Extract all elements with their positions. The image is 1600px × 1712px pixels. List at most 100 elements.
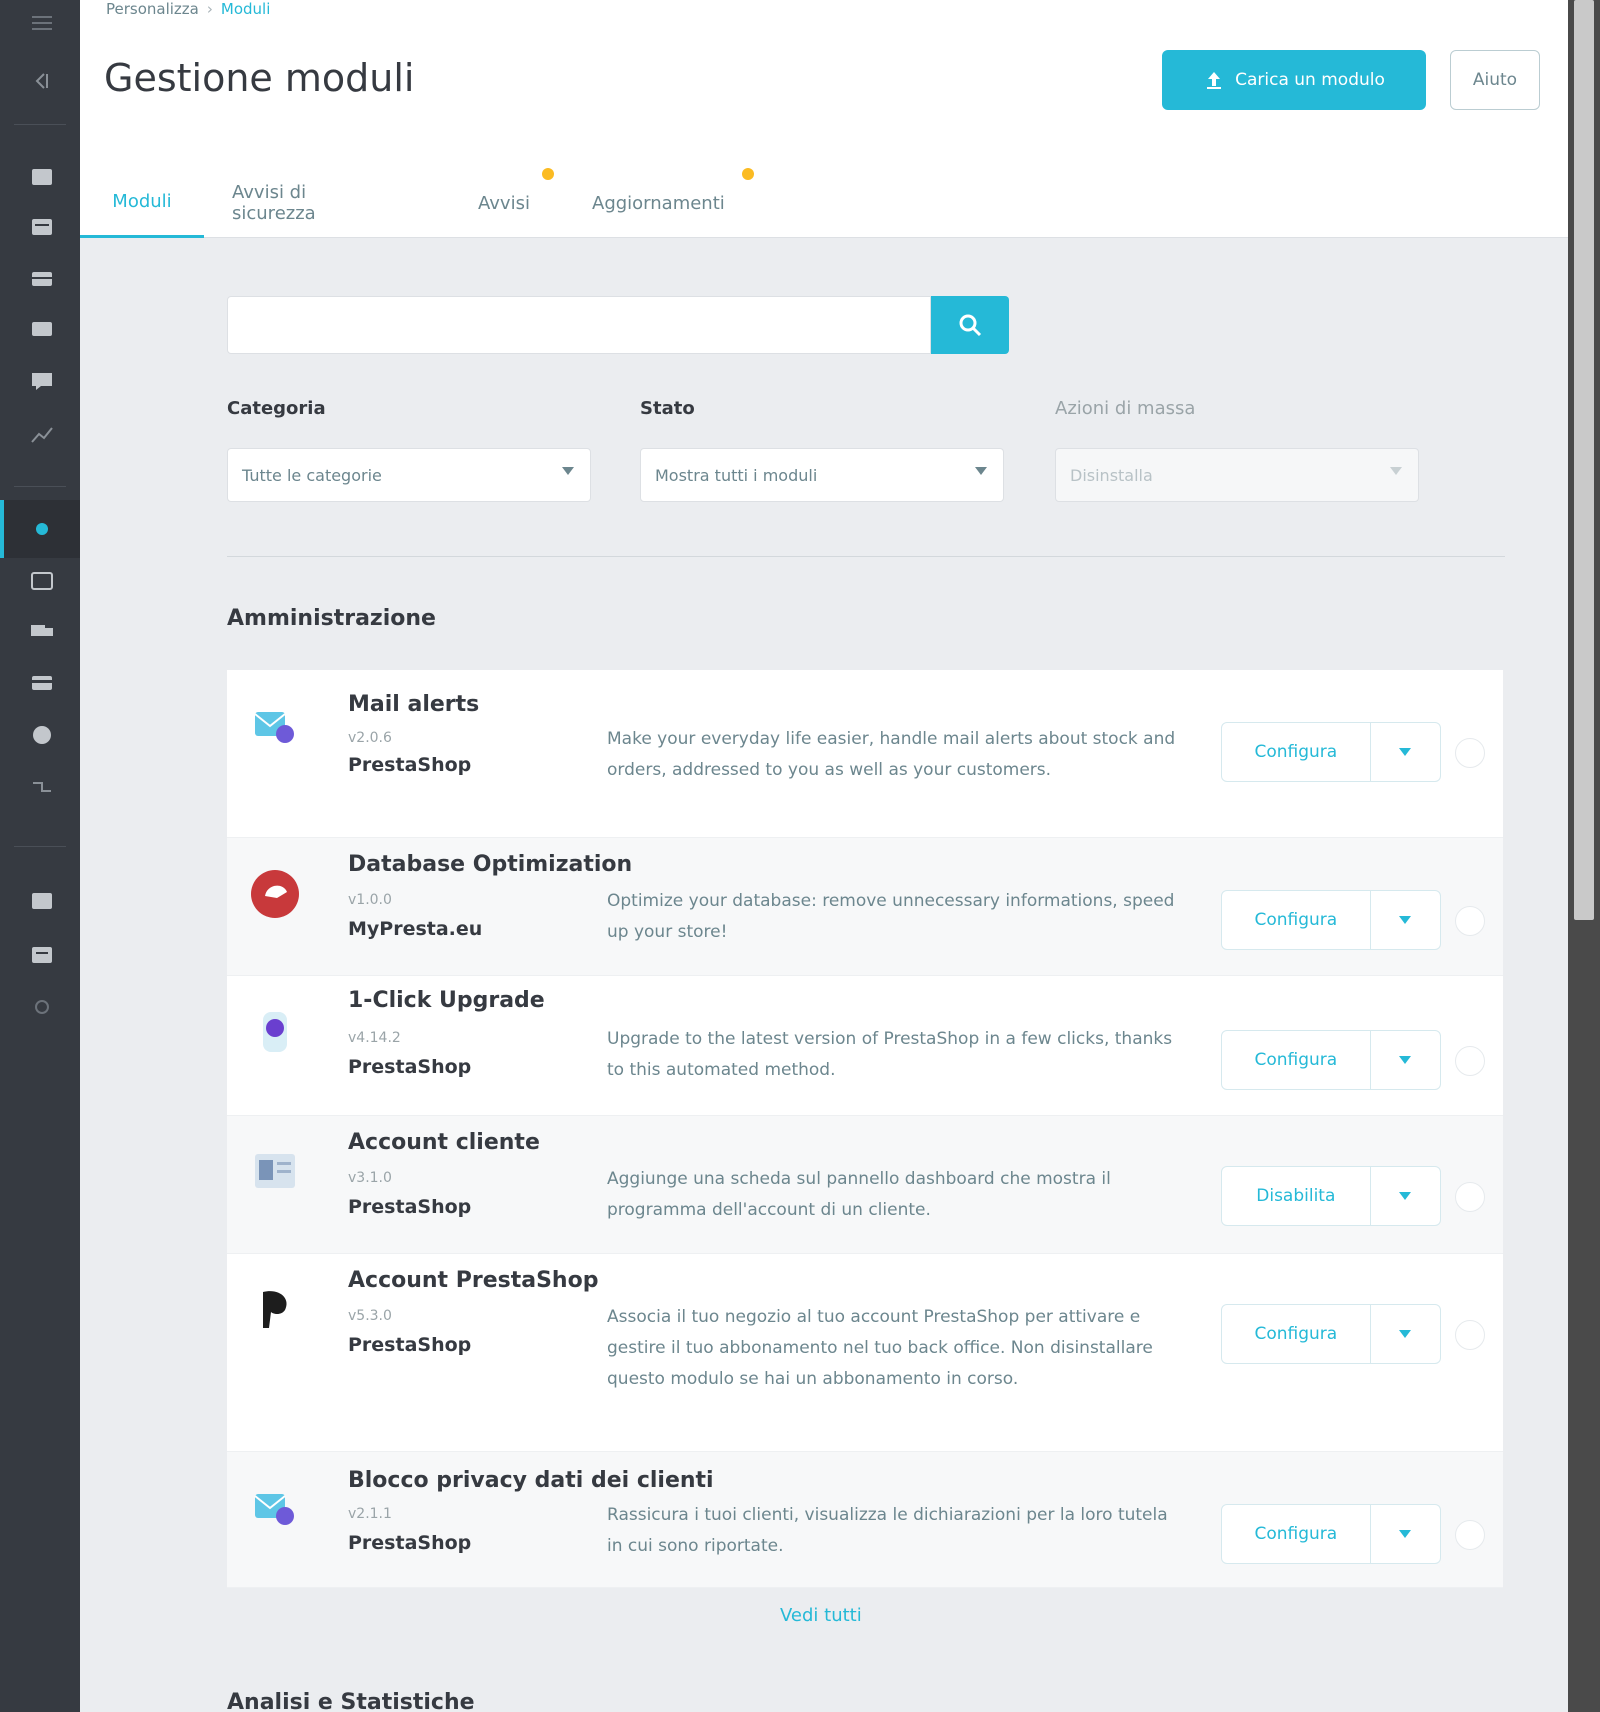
menu-toggle-icon[interactable] [28,12,56,34]
database-optimization-logo [251,870,299,918]
modules-icon[interactable] [28,518,56,540]
configure-button[interactable]: Configura [1222,1031,1371,1089]
module-name[interactable]: Database Optimization [348,852,632,877]
module-actions-dropdown[interactable] [1371,891,1440,949]
tab-modules[interactable]: Moduli [80,168,204,238]
module-name[interactable]: 1-Click Upgrade [348,988,545,1013]
chevron-down-icon [1399,1056,1412,1064]
module-name[interactable]: Account cliente [348,1130,540,1155]
module-more-button[interactable] [1455,906,1485,936]
stats-icon[interactable] [28,424,56,446]
see-all-link[interactable]: Vedi tutti [780,1605,862,1626]
module-name[interactable]: Account PrestaShop [348,1268,598,1293]
module-more-button[interactable] [1455,738,1485,768]
module-action-group: Disabilita [1221,1166,1441,1226]
advanced-icon[interactable] [28,944,56,966]
tab-alerts[interactable]: Avvisi [478,168,530,238]
sidebar-separator [14,486,66,487]
module-description: Aggiunge una scheda sul pannello dashboa… [607,1169,1111,1220]
shipping-icon[interactable] [28,620,56,642]
breadcrumb-parent[interactable]: Personalizza [106,0,199,18]
tab-updates[interactable]: Aggiornamenti [592,168,725,238]
tools-icon[interactable] [28,776,56,798]
category-select[interactable]: Tutte le categorie [227,448,591,502]
module-actions-dropdown[interactable] [1371,1031,1440,1089]
tab-security-alerts[interactable]: Avvisi di sicurezza [232,168,316,238]
disable-button[interactable]: Disabilita [1222,1167,1371,1225]
alerts-notification-dot [542,168,554,180]
chevron-down-icon [975,467,987,475]
module-action-group: Configura [1221,1504,1441,1564]
chevron-down-icon [1390,467,1402,475]
module-description: Associa il tuo negozio al tuo account Pr… [607,1307,1153,1389]
module-action-group: Configura [1221,1304,1441,1364]
module-more-button[interactable] [1455,1182,1485,1212]
international-icon[interactable] [28,724,56,746]
configure-button[interactable]: Configura [1222,1505,1371,1563]
orders-icon[interactable] [28,216,56,238]
search-button[interactable] [931,296,1009,354]
module-version: v3.1.0 [348,1170,392,1186]
module-more-button[interactable] [1455,1320,1485,1350]
module-row: 1-Click Upgrade v4.14.2 PrestaShop Upgra… [227,976,1503,1116]
status-filter-label: Stato [640,398,695,419]
scrollbar-thumb[interactable] [1574,0,1594,920]
configure-button[interactable]: Configura [1222,891,1371,949]
module-version: v5.3.0 [348,1308,392,1324]
category-select-value: Tutte le categorie [242,465,382,485]
module-actions-dropdown[interactable] [1371,1505,1440,1563]
status-select-value: Mostra tutti i moduli [655,465,818,485]
upload-module-button[interactable]: Carica un modulo [1162,50,1426,110]
catalog-icon[interactable] [28,268,56,290]
search-input[interactable] [227,296,931,354]
messages-icon[interactable] [28,370,56,392]
module-author: PrestaShop [348,1334,472,1356]
module-action-group: Configura [1221,1030,1441,1090]
module-description: Make your everyday life easier, handle m… [607,729,1176,780]
updates-notification-dot [742,168,754,180]
module-version: v1.0.0 [348,892,392,908]
chevron-down-icon [1399,916,1412,924]
module-actions-dropdown[interactable] [1371,1305,1440,1363]
breadcrumb-current[interactable]: Moduli [221,0,270,18]
module-author: PrestaShop [348,1532,472,1554]
module-author: PrestaShop [348,754,472,776]
module-name[interactable]: Mail alerts [348,692,479,717]
section-title-analytics: Analisi e Statistiche [227,1690,475,1712]
configure-button[interactable]: Configura [1222,1305,1371,1363]
page-header: Personalizza › Moduli Gestione moduli Cari… [80,0,1568,238]
module-action-group: Configura [1221,890,1441,950]
chevron-down-icon [1399,1330,1412,1338]
module-actions-dropdown[interactable] [1371,723,1440,781]
sidebar-separator [14,124,66,125]
privacy-logo [254,1494,294,1525]
status-select[interactable]: Mostra tutti i moduli [640,448,1004,502]
collapse-icon[interactable] [28,70,56,92]
module-version: v2.0.6 [348,730,392,746]
quick-access-icon[interactable] [28,996,56,1018]
bulk-actions-select[interactable]: Disinstalla [1055,448,1419,502]
dashboard-icon[interactable] [28,166,56,188]
configure-button[interactable]: Configura [1222,723,1371,781]
customer-account-logo [255,1154,295,1188]
module-actions-dropdown[interactable] [1371,1167,1440,1225]
module-name[interactable]: Blocco privacy dati dei clienti [348,1468,714,1493]
payment-icon[interactable] [28,672,56,694]
section-title-administration: Amministrazione [227,606,436,631]
module-more-button[interactable] [1455,1520,1485,1550]
bulk-actions-label: Azioni di massa [1055,398,1196,419]
breadcrumb-separator: › [206,0,213,18]
module-more-button[interactable] [1455,1046,1485,1076]
left-sidebar [0,0,80,1712]
page-scrollbar[interactable] [1568,0,1600,1712]
module-row: Account PrestaShop v5.3.0 PrestaShop Ass… [227,1254,1503,1452]
chevron-down-icon [1399,1530,1412,1538]
customers-icon[interactable] [28,318,56,340]
chevron-down-icon [1399,748,1412,756]
module-version: v4.14.2 [348,1030,401,1046]
help-button[interactable]: Aiuto [1450,50,1540,110]
settings-icon[interactable] [28,890,56,912]
module-author: PrestaShop [348,1196,472,1218]
module-author: MyPresta.eu [348,918,483,940]
design-icon[interactable] [28,570,56,592]
